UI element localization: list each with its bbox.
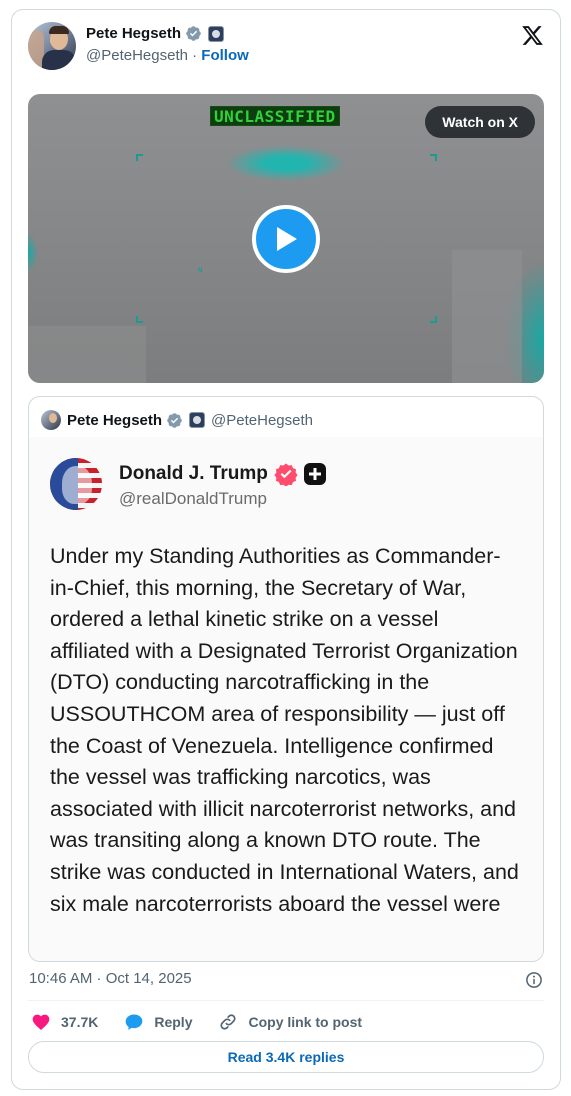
post-timestamp[interactable]: 10:46 AM · Oct 14, 2025: [29, 970, 192, 987]
handle-separator: ·: [192, 47, 198, 64]
verified-badge-icon: [167, 412, 182, 428]
trump-name-row: Donald J. Trump: [119, 462, 326, 486]
play-button[interactable]: [252, 205, 320, 273]
post-card: Pete Hegseth @PeteHegseth · Follow UNCLA…: [11, 9, 561, 1090]
x-logo-icon[interactable]: [521, 24, 544, 47]
copy-link-label: Copy link to post: [248, 1014, 363, 1030]
follow-button[interactable]: Follow: [201, 47, 249, 64]
truth-social-screenshot: Donald J. Trump @realDonaldTrump Under m…: [29, 437, 543, 961]
action-bar: 37.7K Reply Copy link to post: [31, 1011, 388, 1033]
classification-label: UNCLASSIFIED: [210, 106, 340, 126]
read-replies-button[interactable]: Read 3.4K replies: [28, 1041, 544, 1073]
play-icon: [277, 227, 297, 251]
copy-link-button[interactable]: Copy link to post: [218, 1012, 362, 1032]
video-player[interactable]: UNCLASSIFIED N Watch on X: [28, 94, 544, 383]
like-count: 37.7K: [61, 1014, 99, 1030]
info-icon[interactable]: [525, 971, 543, 989]
targeting-corner: [136, 316, 143, 323]
watch-on-x-button[interactable]: Watch on X: [425, 106, 535, 138]
verified-badge-icon: [186, 26, 201, 41]
like-button[interactable]: 37.7K: [31, 1012, 98, 1032]
author-handle-row: @PeteHegseth · Follow: [86, 47, 249, 64]
quoted-post[interactable]: Pete Hegseth @PeteHegseth Donald J. Trum…: [28, 396, 544, 962]
government-badge-icon: [208, 25, 225, 42]
verified-badge-icon: [274, 463, 298, 486]
reply-label: Reply: [154, 1014, 193, 1030]
trump-post-body: Under my Standing Authorities as Command…: [50, 544, 519, 916]
author-handle[interactable]: @PeteHegseth: [86, 47, 188, 64]
link-icon: [220, 1014, 237, 1030]
targeting-corner: [430, 316, 437, 323]
quoted-post-header: Pete Hegseth @PeteHegseth: [41, 410, 313, 430]
plus-icon: [303, 463, 326, 485]
divider: [28, 1000, 544, 1001]
quoted-author-handle: @PeteHegseth: [211, 411, 313, 429]
government-badge-icon: [189, 412, 206, 428]
trump-avatar: [50, 458, 102, 510]
north-marker: N: [198, 268, 203, 274]
author-avatar[interactable]: [28, 22, 76, 70]
trump-handle: @realDonaldTrump: [119, 489, 267, 508]
reply-bubble-icon: [126, 1014, 143, 1030]
post-header: Pete Hegseth @PeteHegseth · Follow: [28, 22, 544, 70]
author-name[interactable]: Pete Hegseth: [86, 25, 181, 42]
targeting-corner: [430, 154, 437, 161]
heart-icon: [32, 1014, 50, 1030]
targeting-corner: [136, 154, 143, 161]
reply-button[interactable]: Reply: [124, 1012, 192, 1032]
quoted-author-avatar: [41, 410, 61, 430]
author-name-row: Pete Hegseth: [86, 25, 225, 42]
quoted-author-name: Pete Hegseth: [67, 411, 163, 429]
trump-name: Donald J. Trump: [119, 463, 268, 484]
